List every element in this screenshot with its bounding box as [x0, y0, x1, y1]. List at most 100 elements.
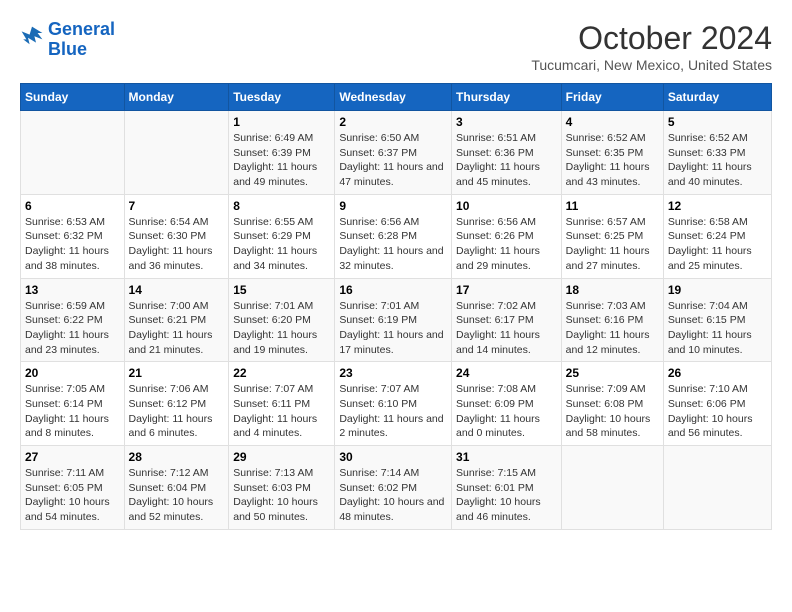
day-info: Sunrise: 6:54 AM Sunset: 6:30 PM Dayligh… [129, 215, 225, 274]
calendar-cell: 1 Sunrise: 6:49 AM Sunset: 6:39 PM Daylig… [229, 111, 335, 195]
calendar-cell: 3Sunrise: 6:51 AM Sunset: 6:36 PM Daylig… [452, 111, 562, 195]
calendar-cell: 10 Sunrise: 6:56 AM Sunset: 6:26 PM Dayli… [452, 194, 562, 278]
calendar-week-5: 27 Sunrise: 7:11 AM Sunset: 6:05 PM Dayli… [21, 446, 772, 530]
day-number: 8 [233, 199, 330, 213]
day-info: Sunrise: 7:08 AM Sunset: 6:09 PM Dayligh… [456, 382, 557, 441]
calendar-cell: 21Sunrise: 7:06 AM Sunset: 6:12 PM Dayli… [124, 362, 229, 446]
calendar-cell: 13Sunrise: 6:59 AM Sunset: 6:22 PM Dayli… [21, 278, 125, 362]
day-info: Sunrise: 6:55 AM Sunset: 6:29 PM Dayligh… [233, 215, 330, 274]
day-number: 29 [233, 450, 330, 464]
day-number: 3 [456, 115, 557, 129]
day-info: Sunrise: 6:50 AM Sunset: 6:37 PM Dayligh… [339, 131, 447, 190]
calendar-cell: 31 Sunrise: 7:15 AM Sunset: 6:01 PM Dayli… [452, 446, 562, 530]
calendar-cell: 15Sunrise: 7:01 AM Sunset: 6:20 PM Dayli… [229, 278, 335, 362]
calendar-cell: 22 Sunrise: 7:07 AM Sunset: 6:11 PM Dayli… [229, 362, 335, 446]
day-info: Sunrise: 7:02 AM Sunset: 6:17 PM Dayligh… [456, 299, 557, 358]
calendar-cell: 24 Sunrise: 7:08 AM Sunset: 6:09 PM Dayli… [452, 362, 562, 446]
day-info: Sunrise: 7:14 AM Sunset: 6:02 PM Dayligh… [339, 466, 447, 525]
logo-icon [20, 25, 44, 49]
day-number: 31 [456, 450, 557, 464]
day-number: 15 [233, 283, 330, 297]
calendar-cell: 9 Sunrise: 6:56 AM Sunset: 6:28 PM Daylig… [335, 194, 452, 278]
day-number: 19 [668, 283, 767, 297]
day-number: 14 [129, 283, 225, 297]
day-number: 25 [566, 366, 659, 380]
day-info: Sunrise: 6:56 AM Sunset: 6:26 PM Dayligh… [456, 215, 557, 274]
day-number: 7 [129, 199, 225, 213]
calendar-cell [21, 111, 125, 195]
day-number: 26 [668, 366, 767, 380]
calendar-cell: 19 Sunrise: 7:04 AM Sunset: 6:15 PM Dayli… [663, 278, 771, 362]
weekday-header-saturday: Saturday [663, 84, 771, 111]
day-info: Sunrise: 7:12 AM Sunset: 6:04 PM Dayligh… [129, 466, 225, 525]
calendar-cell: 25 Sunrise: 7:09 AM Sunset: 6:08 PM Dayli… [561, 362, 663, 446]
calendar-cell [561, 446, 663, 530]
day-number: 20 [25, 366, 120, 380]
day-number: 16 [339, 283, 447, 297]
day-info: Sunrise: 7:09 AM Sunset: 6:08 PM Dayligh… [566, 382, 659, 441]
day-info: Sunrise: 6:53 AM Sunset: 6:32 PM Dayligh… [25, 215, 120, 274]
day-number: 27 [25, 450, 120, 464]
calendar-cell: 11Sunrise: 6:57 AM Sunset: 6:25 PM Dayli… [561, 194, 663, 278]
logo-text: GeneralBlue [48, 20, 115, 60]
day-info: Sunrise: 7:00 AM Sunset: 6:21 PM Dayligh… [129, 299, 225, 358]
calendar-cell: 23 Sunrise: 7:07 AM Sunset: 6:10 PM Dayli… [335, 362, 452, 446]
calendar-cell: 27 Sunrise: 7:11 AM Sunset: 6:05 PM Dayli… [21, 446, 125, 530]
day-number: 30 [339, 450, 447, 464]
calendar-week-4: 20Sunrise: 7:05 AM Sunset: 6:14 PM Dayli… [21, 362, 772, 446]
calendar-cell: 29 Sunrise: 7:13 AM Sunset: 6:03 PM Dayli… [229, 446, 335, 530]
day-info: Sunrise: 6:52 AM Sunset: 6:33 PM Dayligh… [668, 131, 767, 190]
day-number: 5 [668, 115, 767, 129]
day-info: Sunrise: 6:57 AM Sunset: 6:25 PM Dayligh… [566, 215, 659, 274]
calendar-cell [663, 446, 771, 530]
day-info: Sunrise: 6:56 AM Sunset: 6:28 PM Dayligh… [339, 215, 447, 274]
day-number: 22 [233, 366, 330, 380]
day-number: 18 [566, 283, 659, 297]
calendar-cell: 26 Sunrise: 7:10 AM Sunset: 6:06 PM Dayli… [663, 362, 771, 446]
day-number: 10 [456, 199, 557, 213]
calendar-week-2: 6 Sunrise: 6:53 AM Sunset: 6:32 PM Daylig… [21, 194, 772, 278]
calendar-cell: 4Sunrise: 6:52 AM Sunset: 6:35 PM Daylig… [561, 111, 663, 195]
day-info: Sunrise: 7:03 AM Sunset: 6:16 PM Dayligh… [566, 299, 659, 358]
day-info: Sunrise: 7:04 AM Sunset: 6:15 PM Dayligh… [668, 299, 767, 358]
day-info: Sunrise: 7:15 AM Sunset: 6:01 PM Dayligh… [456, 466, 557, 525]
day-info: Sunrise: 7:13 AM Sunset: 6:03 PM Dayligh… [233, 466, 330, 525]
day-number: 2 [339, 115, 447, 129]
day-number: 1 [233, 115, 330, 129]
calendar-cell: 14 Sunrise: 7:00 AM Sunset: 6:21 PM Dayli… [124, 278, 229, 362]
title-block: October 2024 Tucumcari, New Mexico, Unit… [531, 20, 772, 73]
calendar-cell: 7 Sunrise: 6:54 AM Sunset: 6:30 PM Daylig… [124, 194, 229, 278]
calendar-week-1: 1 Sunrise: 6:49 AM Sunset: 6:39 PM Daylig… [21, 111, 772, 195]
day-info: Sunrise: 7:06 AM Sunset: 6:12 PM Dayligh… [129, 382, 225, 441]
day-number: 24 [456, 366, 557, 380]
day-number: 23 [339, 366, 447, 380]
day-info: Sunrise: 6:59 AM Sunset: 6:22 PM Dayligh… [25, 299, 120, 358]
day-info: Sunrise: 7:10 AM Sunset: 6:06 PM Dayligh… [668, 382, 767, 441]
day-info: Sunrise: 6:58 AM Sunset: 6:24 PM Dayligh… [668, 215, 767, 274]
day-info: Sunrise: 7:01 AM Sunset: 6:19 PM Dayligh… [339, 299, 447, 358]
page-header: GeneralBlue October 2024 Tucumcari, New … [20, 20, 772, 73]
day-number: 6 [25, 199, 120, 213]
calendar-week-3: 13Sunrise: 6:59 AM Sunset: 6:22 PM Dayli… [21, 278, 772, 362]
calendar-header: SundayMondayTuesdayWednesdayThursdayFrid… [21, 84, 772, 111]
day-number: 9 [339, 199, 447, 213]
day-info: Sunrise: 7:11 AM Sunset: 6:05 PM Dayligh… [25, 466, 120, 525]
calendar-cell: 5 Sunrise: 6:52 AM Sunset: 6:33 PM Daylig… [663, 111, 771, 195]
calendar-cell: 18 Sunrise: 7:03 AM Sunset: 6:16 PM Dayli… [561, 278, 663, 362]
calendar-cell: 28 Sunrise: 7:12 AM Sunset: 6:04 PM Dayli… [124, 446, 229, 530]
day-info: Sunrise: 6:52 AM Sunset: 6:35 PM Dayligh… [566, 131, 659, 190]
day-info: Sunrise: 6:49 AM Sunset: 6:39 PM Dayligh… [233, 131, 330, 190]
calendar-cell: 12 Sunrise: 6:58 AM Sunset: 6:24 PM Dayli… [663, 194, 771, 278]
calendar-cell: 8 Sunrise: 6:55 AM Sunset: 6:29 PM Daylig… [229, 194, 335, 278]
calendar-subtitle: Tucumcari, New Mexico, United States [531, 57, 772, 73]
calendar-cell: 6 Sunrise: 6:53 AM Sunset: 6:32 PM Daylig… [21, 194, 125, 278]
calendar-cell [124, 111, 229, 195]
day-number: 28 [129, 450, 225, 464]
calendar-cell: 2 Sunrise: 6:50 AM Sunset: 6:37 PM Daylig… [335, 111, 452, 195]
day-number: 12 [668, 199, 767, 213]
calendar-table: SundayMondayTuesdayWednesdayThursdayFrid… [20, 83, 772, 530]
calendar-cell: 16 Sunrise: 7:01 AM Sunset: 6:19 PM Dayli… [335, 278, 452, 362]
day-info: Sunrise: 7:07 AM Sunset: 6:11 PM Dayligh… [233, 382, 330, 441]
day-info: Sunrise: 7:07 AM Sunset: 6:10 PM Dayligh… [339, 382, 447, 441]
weekday-header-monday: Monday [124, 84, 229, 111]
